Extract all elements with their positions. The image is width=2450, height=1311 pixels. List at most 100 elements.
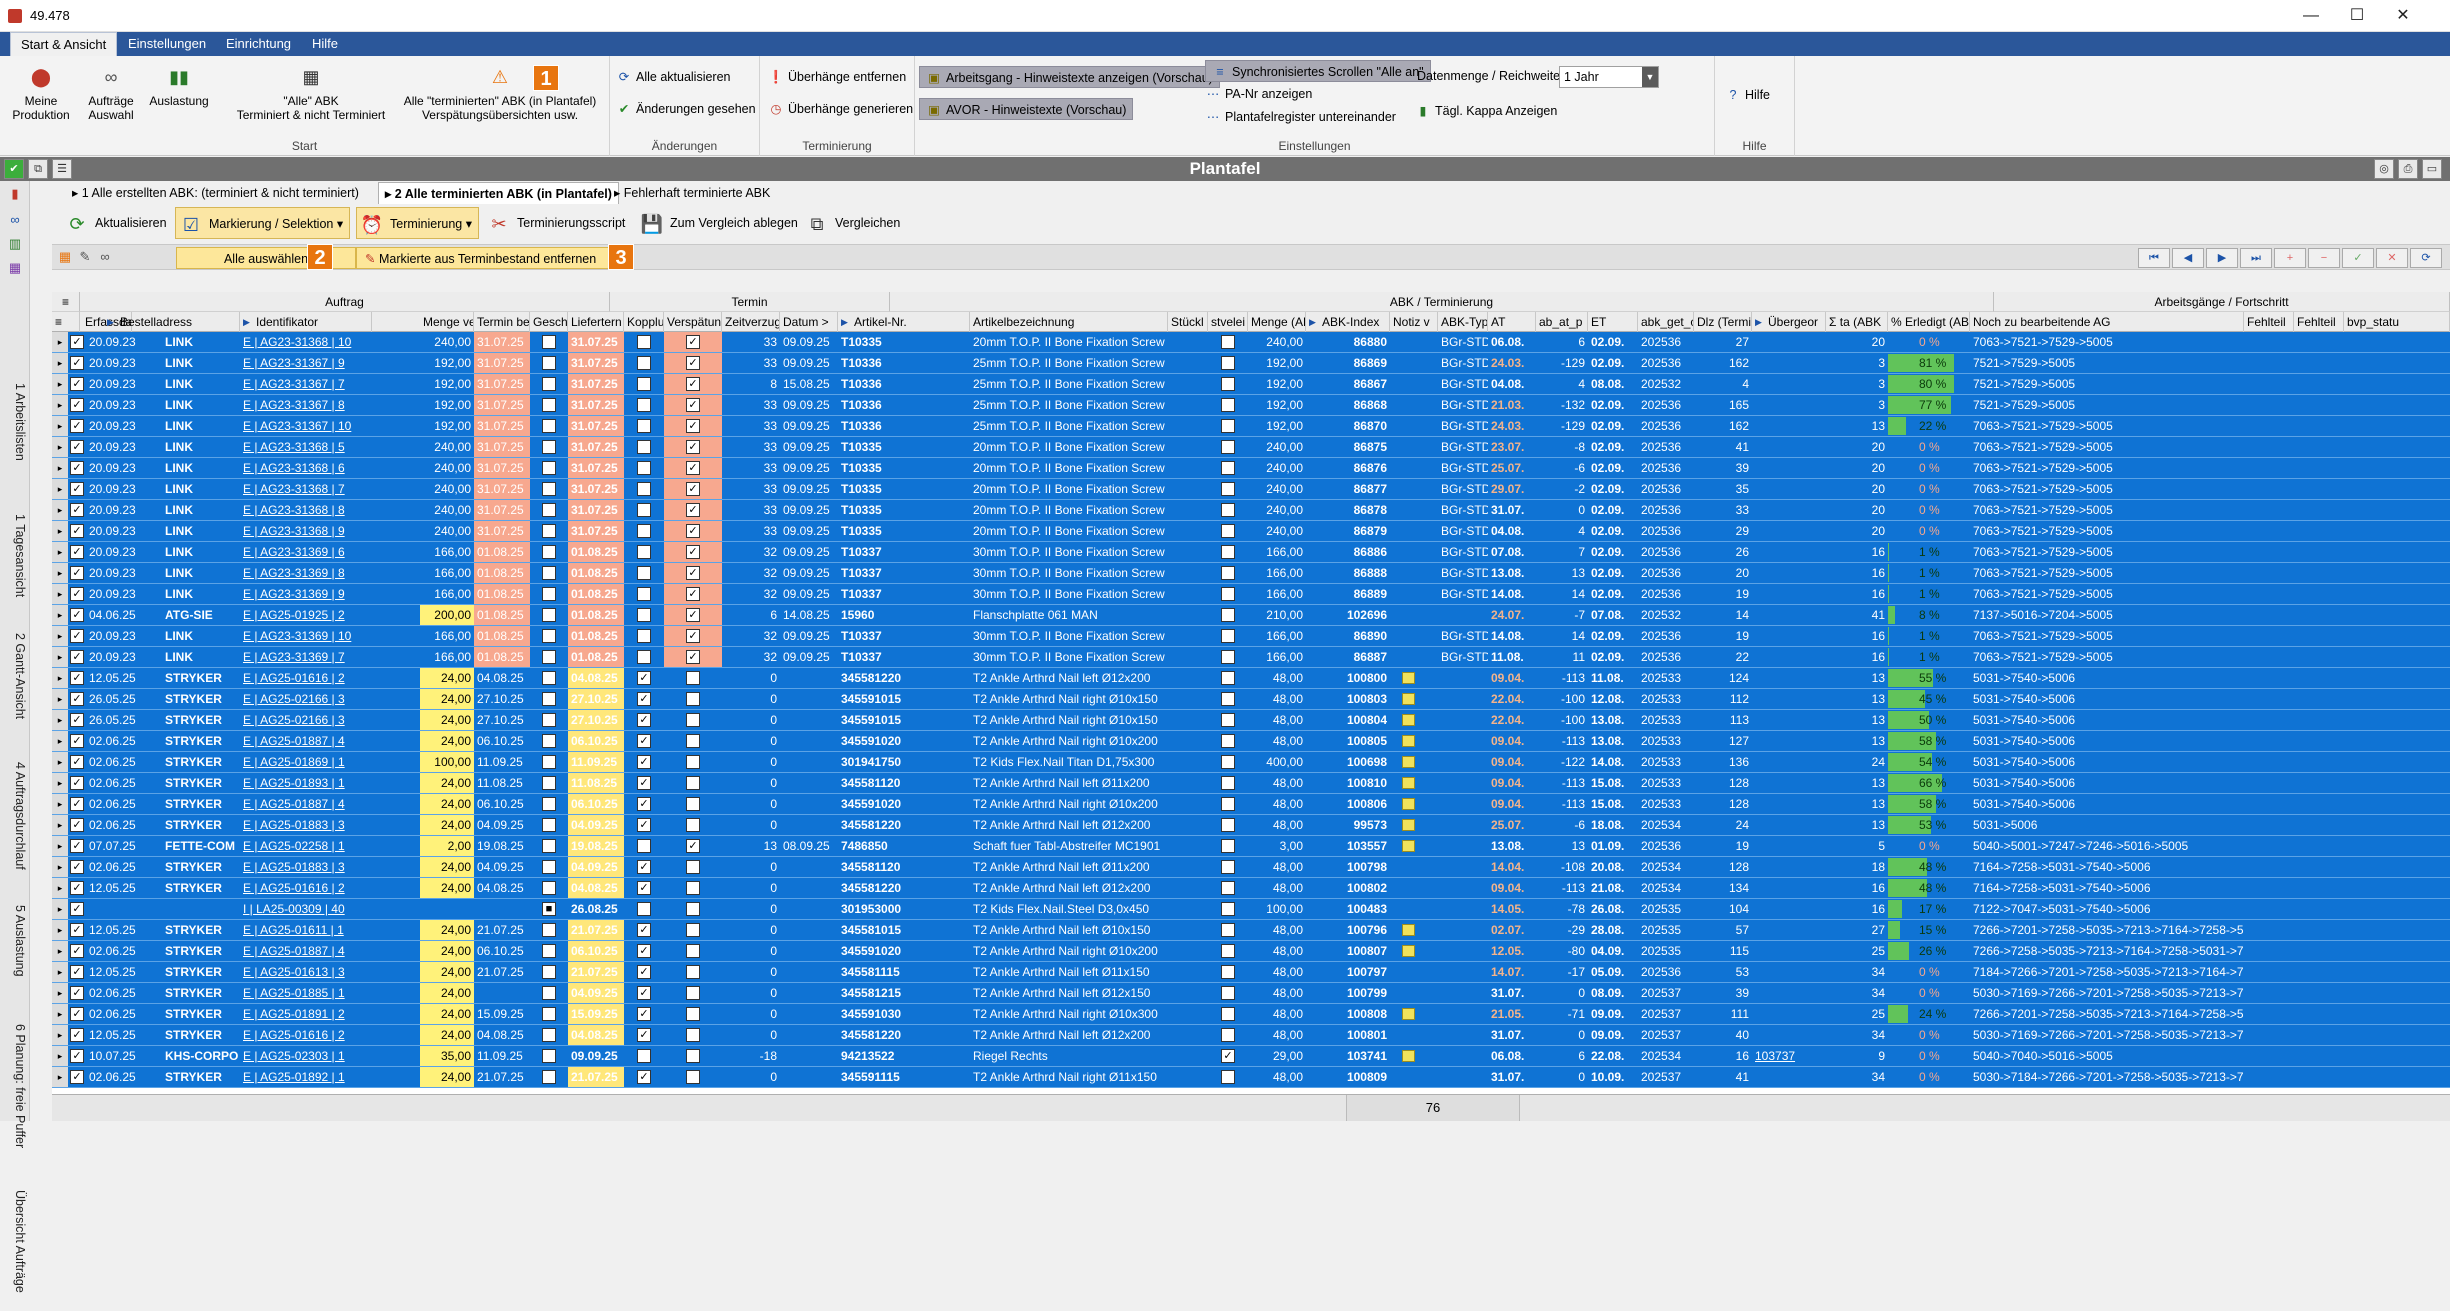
column-header[interactable]: Dlz (Termi: [1694, 312, 1752, 332]
folder-icon[interactable]: ▮: [6, 185, 24, 203]
cell-checkbox[interactable]: [637, 461, 651, 475]
column-header[interactable]: Menge (AB: [1248, 312, 1306, 332]
table-row[interactable]: ▸ ✓ 20.09.23 LINK E | AG23-31368 | 5 240,00 31…: [52, 437, 2450, 458]
cell-checkbox[interactable]: [686, 797, 700, 811]
cell-checkbox[interactable]: ✓: [686, 503, 700, 517]
edit-icon[interactable]: ✎: [76, 248, 94, 266]
cell-checkbox[interactable]: [686, 713, 700, 727]
row-indicator[interactable]: ▸: [52, 752, 68, 772]
cell-checkbox[interactable]: [686, 944, 700, 958]
cell-checkbox[interactable]: [637, 566, 651, 580]
cell-checkbox[interactable]: ■: [542, 902, 556, 916]
row-indicator[interactable]: ▸: [52, 1004, 68, 1024]
row-select-checkbox[interactable]: ✓: [70, 650, 84, 664]
cell-checkbox[interactable]: [686, 1070, 700, 1084]
cell-checkbox[interactable]: [542, 986, 556, 1000]
row-indicator[interactable]: ▸: [52, 983, 68, 1003]
cell-checkbox[interactable]: [1221, 587, 1235, 601]
row-select-checkbox[interactable]: ✓: [70, 797, 84, 811]
cell-checkbox[interactable]: ✓: [686, 335, 700, 349]
row-indicator[interactable]: ▸: [52, 689, 68, 709]
cell-checkbox[interactable]: [686, 881, 700, 895]
meine-produktion-button[interactable]: ⬤ Meine Produktion: [10, 60, 72, 122]
cell-checkbox[interactable]: [542, 566, 556, 580]
table-row[interactable]: ▸ ✓ 20.09.23 LINK E | AG23-31368 | 8 240,00 31…: [52, 500, 2450, 521]
cell-checkbox[interactable]: [1221, 1007, 1235, 1021]
cell-checkbox[interactable]: [542, 608, 556, 622]
cell-checkbox[interactable]: [686, 860, 700, 874]
cell-checkbox[interactable]: [542, 398, 556, 412]
row-indicator[interactable]: ▸: [52, 1067, 68, 1087]
auslastung-button[interactable]: ▮▮ Auslastung: [146, 60, 212, 108]
kappa-anzeigen-button[interactable]: ▮ Tägl. Kappa Anzeigen: [1415, 100, 1558, 122]
cell-checkbox[interactable]: [637, 545, 651, 559]
cell-checkbox[interactable]: [1221, 608, 1235, 622]
column-header[interactable]: Liefertern: [568, 312, 624, 332]
cell-checkbox[interactable]: [542, 839, 556, 853]
note-icon[interactable]: [1402, 693, 1415, 705]
row-select-checkbox[interactable]: ✓: [70, 902, 84, 916]
cell-checkbox[interactable]: [542, 797, 556, 811]
cell-checkbox[interactable]: [686, 692, 700, 706]
cell-checkbox[interactable]: ✓: [686, 482, 700, 496]
cell-checkbox[interactable]: [637, 650, 651, 664]
row-indicator[interactable]: ▸: [52, 920, 68, 940]
row-indicator[interactable]: ▸: [52, 332, 68, 352]
column-header[interactable]: ET: [1588, 312, 1638, 332]
note-icon[interactable]: [1402, 735, 1415, 747]
table-row[interactable]: ▸ ✓ 20.09.23 LINK E | AG23-31369 | 7 166,00 01…: [52, 647, 2450, 668]
table-row[interactable]: ▸ ✓ 26.05.25 STRYKER E | AG25-02166 | 3 24,00…: [52, 689, 2450, 710]
column-header[interactable]: Menge ver: [420, 312, 474, 332]
table-row[interactable]: ▸ ✓ 02.06.25 STRYKER E | AG25-01883 | 3 24,00…: [52, 857, 2450, 878]
cell-checkbox[interactable]: ✓: [686, 524, 700, 538]
row-select-checkbox[interactable]: ✓: [70, 377, 84, 391]
column-header[interactable]: ABK-Index: [1306, 312, 1390, 332]
column-header[interactable]: ab_at_p: [1536, 312, 1588, 332]
row-select-checkbox[interactable]: ✓: [70, 545, 84, 559]
ribbon-tab-einstellungen[interactable]: Einstellungen: [118, 32, 216, 56]
row-select-checkbox[interactable]: ✓: [70, 986, 84, 1000]
row-select-checkbox[interactable]: ✓: [70, 671, 84, 685]
row-select-checkbox[interactable]: ✓: [70, 629, 84, 643]
row-select-checkbox[interactable]: ✓: [70, 356, 84, 370]
row-indicator[interactable]: ▸: [52, 899, 68, 919]
grid-icon[interactable]: ▦: [56, 248, 74, 266]
row-indicator[interactable]: ▸: [52, 1046, 68, 1066]
cell-checkbox[interactable]: [542, 545, 556, 559]
row-select-checkbox[interactable]: ✓: [70, 335, 84, 349]
cell-checkbox[interactable]: ✓: [637, 881, 651, 895]
cell-checkbox[interactable]: [542, 923, 556, 937]
row-select-checkbox[interactable]: ✓: [70, 839, 84, 853]
cell-checkbox[interactable]: [1221, 944, 1235, 958]
alle-abk-button[interactable]: ▦ "Alle" ABK Terminiert & nicht Terminie…: [228, 60, 394, 122]
row-indicator[interactable]: ▸: [52, 395, 68, 415]
note-icon[interactable]: [1402, 777, 1415, 789]
cell-checkbox[interactable]: [542, 587, 556, 601]
row-indicator[interactable]: ▸: [52, 542, 68, 562]
cell-checkbox[interactable]: [1221, 818, 1235, 832]
cell-checkbox[interactable]: [1221, 839, 1235, 853]
column-header[interactable]: Stückl: [1168, 312, 1208, 332]
column-header[interactable]: abk_get_c: [1638, 312, 1694, 332]
table-row[interactable]: ▸ ✓ 02.06.25 STRYKER E | AG25-01892 | 1 24,00…: [52, 1067, 2450, 1088]
cell-checkbox[interactable]: ✓: [637, 1007, 651, 1021]
cell-checkbox[interactable]: [637, 440, 651, 454]
cell-checkbox[interactable]: [1221, 566, 1235, 580]
cell-checkbox[interactable]: [686, 1049, 700, 1063]
table-row[interactable]: ▸ ✓ 20.09.23 LINK E | AG23-31368 | 10 240,00 3…: [52, 332, 2450, 353]
row-indicator[interactable]: ▸: [52, 731, 68, 751]
hilfe-button[interactable]: ? Hilfe: [1725, 84, 1771, 106]
table-row[interactable]: ▸ ✓ 20.09.23 LINK E | AG23-31367 | 10 192,00 3…: [52, 416, 2450, 437]
cell-checkbox[interactable]: [686, 818, 700, 832]
cell-checkbox[interactable]: [542, 755, 556, 769]
ueberhaenge-generieren-button[interactable]: ◷ Überhänge generieren: [768, 98, 914, 120]
cell-checkbox[interactable]: [542, 944, 556, 958]
auftraege-auswahl-button[interactable]: ∞ Aufträge Auswahl: [80, 60, 142, 122]
note-icon[interactable]: [1402, 1008, 1415, 1020]
column-header[interactable]: Zeitverzug: [722, 312, 780, 332]
cell-checkbox[interactable]: ✓: [637, 965, 651, 979]
cell-checkbox[interactable]: [1221, 440, 1235, 454]
nav-refresh-button[interactable]: ⟳: [2410, 248, 2442, 268]
cell-checkbox[interactable]: [1221, 986, 1235, 1000]
cell-checkbox[interactable]: [542, 461, 556, 475]
